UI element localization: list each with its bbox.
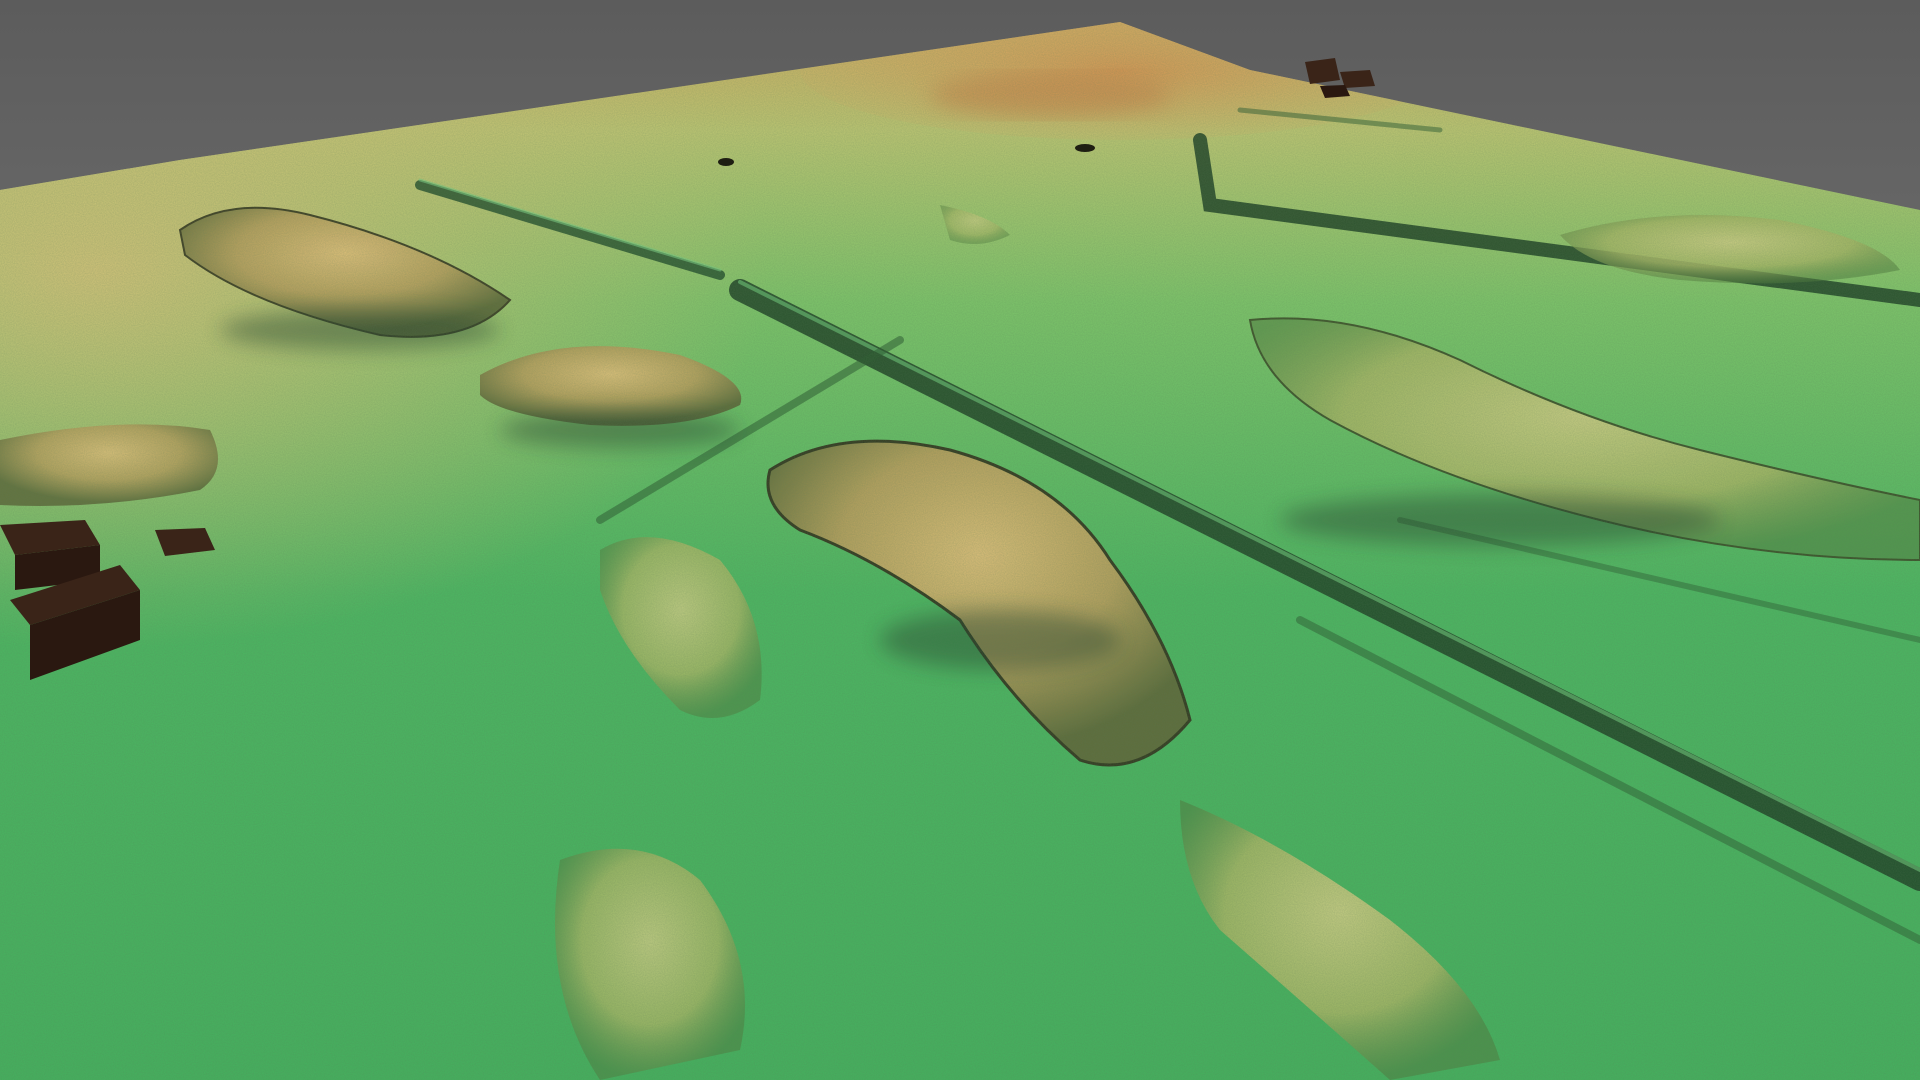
terrain-texture	[0, 22, 1920, 1080]
lidar-terrain-viewport[interactable]	[0, 0, 1920, 1080]
terrain-render	[0, 0, 1920, 1080]
ground-plane	[0, 22, 1920, 1080]
